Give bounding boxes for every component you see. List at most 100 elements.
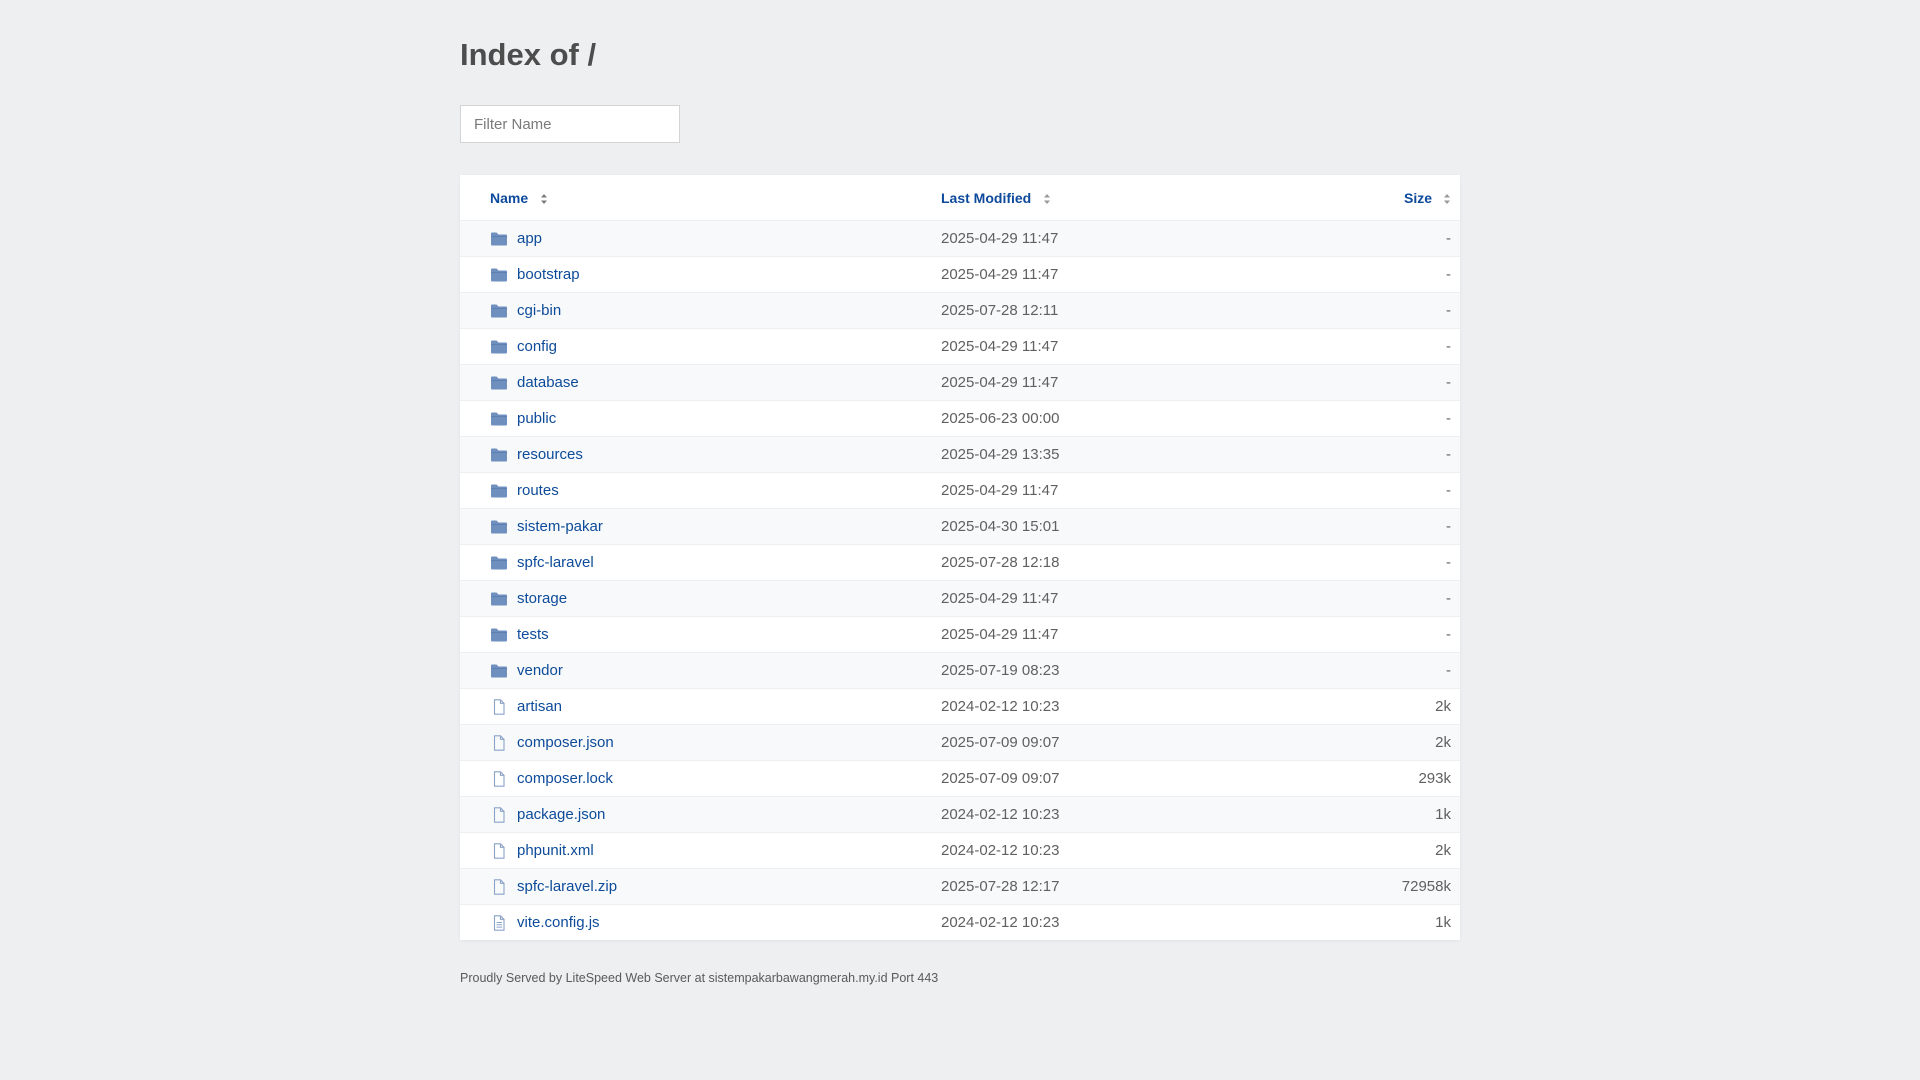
table-row: composer.json 2025-07-09 09:07 2k: [460, 724, 1460, 760]
name-cell: composer.lock: [490, 761, 613, 796]
sort-by-name-link[interactable]: Name: [490, 190, 528, 206]
folder-icon: [490, 663, 508, 679]
table-row: storage 2025-04-29 11:47 -: [460, 580, 1460, 616]
table-row: app 2025-04-29 11:47 -: [460, 220, 1460, 256]
folder-link[interactable]: public: [517, 410, 556, 427]
modified-cell: 2025-07-09 09:07: [941, 734, 1060, 751]
folder-link[interactable]: resources: [517, 446, 583, 463]
table-row: tests 2025-04-29 11:47 -: [460, 616, 1460, 652]
file-listing-table: Name Last Modified Size app 2025-04-29 1…: [460, 175, 1460, 940]
sort-icon[interactable]: [540, 193, 548, 205]
modified-cell: 2024-02-12 10:23: [941, 806, 1060, 823]
file-link[interactable]: vite.config.js: [517, 914, 600, 931]
sort-icon[interactable]: [1043, 193, 1051, 205]
table-row: routes 2025-04-29 11:47 -: [460, 472, 1460, 508]
size-cell: 1k: [1435, 914, 1451, 931]
size-cell: -: [1446, 554, 1451, 571]
folder-link[interactable]: cgi-bin: [517, 302, 561, 319]
name-cell: vendor: [490, 653, 563, 688]
modified-cell: 2025-07-28 12:11: [941, 302, 1059, 319]
folder-link[interactable]: storage: [517, 590, 567, 607]
folder-icon: [490, 267, 508, 283]
file-link[interactable]: artisan: [517, 698, 562, 715]
folder-icon: [490, 375, 508, 391]
file-icon: [490, 878, 508, 895]
folder-link[interactable]: tests: [517, 626, 549, 643]
file-link[interactable]: spfc-laravel.zip: [517, 878, 617, 895]
size-cell: -: [1446, 302, 1451, 319]
name-cell: config: [490, 329, 557, 364]
table-body: app 2025-04-29 11:47 - bootstrap 2025-04-29 …: [460, 220, 1460, 940]
modified-cell: 2025-04-29 11:47: [941, 626, 1059, 643]
size-cell: -: [1446, 410, 1451, 427]
size-cell: 2k: [1435, 734, 1451, 751]
folder-link[interactable]: config: [517, 338, 557, 355]
modified-cell: 2025-07-09 09:07: [941, 770, 1060, 787]
name-cell: resources: [490, 437, 583, 472]
table-row: sistem-pakar 2025-04-30 15:01 -: [460, 508, 1460, 544]
filter-name-input[interactable]: [460, 105, 680, 143]
table-row: spfc-laravel 2025-07-28 12:18 -: [460, 544, 1460, 580]
size-cell: -: [1446, 338, 1451, 355]
file-link[interactable]: package.json: [517, 806, 605, 823]
size-cell: -: [1446, 518, 1451, 535]
file-link[interactable]: phpunit.xml: [517, 842, 594, 859]
name-cell: artisan: [490, 689, 562, 724]
folder-icon: [490, 555, 508, 571]
folder-link[interactable]: spfc-laravel: [517, 554, 594, 571]
modified-cell: 2025-07-28 12:18: [941, 554, 1060, 571]
size-cell: 1k: [1435, 806, 1451, 823]
file-icon: [490, 734, 508, 751]
size-cell: 293k: [1418, 770, 1451, 787]
page-container: Index of / Name Last Modified Size: [460, 0, 1460, 985]
sort-by-size-link[interactable]: Size: [1404, 190, 1432, 206]
modified-cell: 2025-04-29 11:47: [941, 482, 1059, 499]
table-row: vite.config.js 2024-02-12 10:23 1k: [460, 904, 1460, 940]
folder-icon: [490, 447, 508, 463]
name-cell: composer.json: [490, 725, 614, 760]
folder-link[interactable]: database: [517, 374, 579, 391]
table-row: resources 2025-04-29 13:35 -: [460, 436, 1460, 472]
size-cell: -: [1446, 230, 1451, 247]
modified-cell: 2025-04-29 13:35: [941, 446, 1060, 463]
table-row: cgi-bin 2025-07-28 12:11 -: [460, 292, 1460, 328]
name-cell: phpunit.xml: [490, 833, 594, 868]
size-cell: -: [1446, 662, 1451, 679]
file-icon: [490, 842, 508, 859]
table-row: composer.lock 2025-07-09 09:07 293k: [460, 760, 1460, 796]
name-cell: routes: [490, 473, 559, 508]
folder-icon: [490, 231, 508, 247]
sort-by-modified-link[interactable]: Last Modified: [941, 190, 1031, 206]
table-row: package.json 2024-02-12 10:23 1k: [460, 796, 1460, 832]
modified-cell: 2025-04-30 15:01: [941, 518, 1060, 535]
name-cell: bootstrap: [490, 257, 580, 292]
name-cell: tests: [490, 617, 549, 652]
folder-link[interactable]: sistem-pakar: [517, 518, 603, 535]
size-cell: 2k: [1435, 842, 1451, 859]
file-icon: [490, 806, 508, 823]
table-row: config 2025-04-29 11:47 -: [460, 328, 1460, 364]
file-link[interactable]: composer.json: [517, 734, 614, 751]
size-cell: -: [1446, 590, 1451, 607]
page-title: Index of /: [460, 37, 597, 72]
name-cell: app: [490, 221, 542, 256]
modified-cell: 2025-04-29 11:47: [941, 338, 1059, 355]
size-column-header: Size: [1404, 175, 1451, 220]
folder-link[interactable]: routes: [517, 482, 559, 499]
table-row: artisan 2024-02-12 10:23 2k: [460, 688, 1460, 724]
folder-link[interactable]: app: [517, 230, 542, 247]
file-icon: [490, 770, 508, 787]
table-row: spfc-laravel.zip 2025-07-28 12:17 72958k: [460, 868, 1460, 904]
sort-icon[interactable]: [1443, 193, 1451, 205]
size-cell: -: [1446, 446, 1451, 463]
name-cell: spfc-laravel.zip: [490, 869, 617, 904]
modified-cell: 2025-04-29 11:47: [941, 374, 1059, 391]
size-cell: -: [1446, 374, 1451, 391]
modified-cell: 2024-02-12 10:23: [941, 914, 1060, 931]
name-cell: package.json: [490, 797, 605, 832]
modified-cell: 2025-04-29 11:47: [941, 266, 1059, 283]
folder-link[interactable]: vendor: [517, 662, 563, 679]
size-cell: -: [1446, 626, 1451, 643]
folder-link[interactable]: bootstrap: [517, 266, 580, 283]
file-link[interactable]: composer.lock: [517, 770, 613, 787]
